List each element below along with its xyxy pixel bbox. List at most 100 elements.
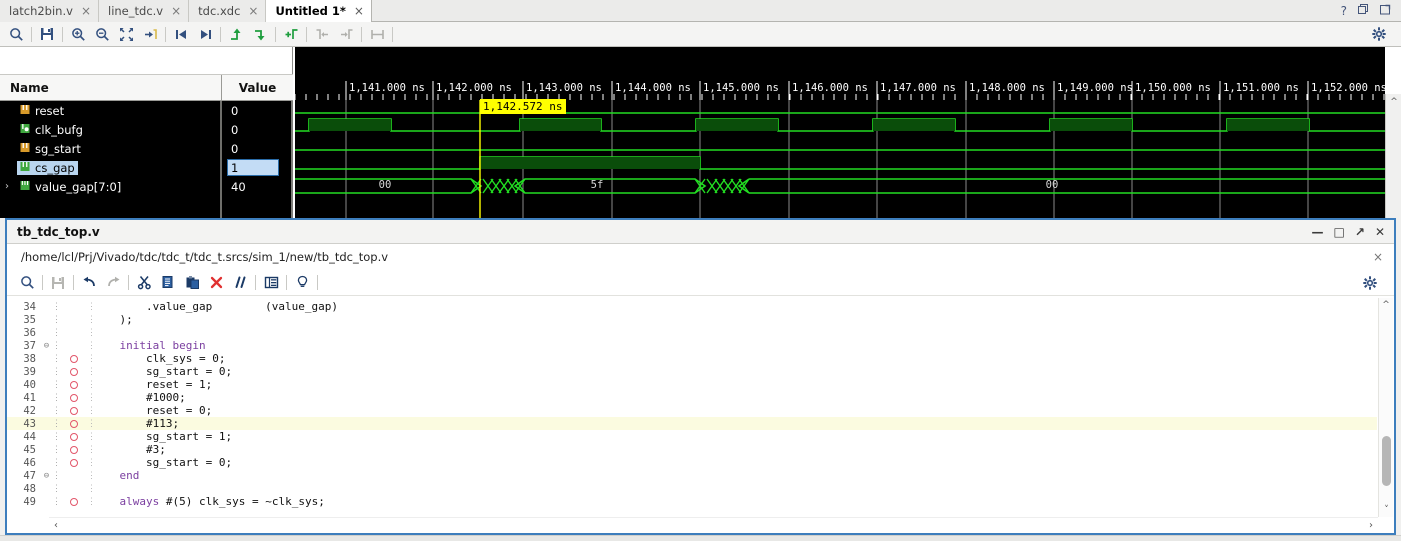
close-icon[interactable]: × <box>171 5 181 17</box>
column-header-value[interactable]: Value <box>222 75 293 100</box>
signal-value-selected[interactable]: 1 <box>222 158 291 177</box>
zoom-in-icon[interactable] <box>66 24 90 45</box>
bulb-icon[interactable] <box>290 272 314 293</box>
signal-value[interactable]: 0 <box>222 101 291 120</box>
code-line[interactable]: 44 ⋮ ⋮ sg_start = 1; <box>7 430 1377 443</box>
breakpoint-icon[interactable] <box>61 445 87 454</box>
tab-tdc-xdc[interactable]: tdc.xdc × <box>189 0 267 22</box>
editor-vertical-scrollbar[interactable]: ^ ˅ <box>1378 298 1393 517</box>
breakpoint-icon[interactable] <box>61 497 87 506</box>
close-icon[interactable]: × <box>81 5 91 17</box>
copy-icon[interactable] <box>156 272 180 293</box>
tab-line-tdc[interactable]: line_tdc.v × <box>99 0 190 22</box>
breakpoint-icon[interactable] <box>61 419 87 428</box>
help-icon[interactable]: ? <box>1341 5 1347 17</box>
zoom-fit-icon[interactable] <box>114 24 138 45</box>
code-text-area[interactable]: 34 ⋮ ⋮ .value_gap (value_gap) 35 ⋮ ⋮ ); 36 ⋮ ⋮ 37… <box>7 298 1394 533</box>
next-marker-disabled-icon[interactable] <box>334 24 358 45</box>
zoom-out-icon[interactable] <box>90 24 114 45</box>
signal-value[interactable]: 40 <box>222 177 291 196</box>
maximize-icon[interactable]: □ <box>1334 226 1345 238</box>
close-icon[interactable]: × <box>1373 250 1394 264</box>
signal-row-value-gap[interactable]: › value_gap[7:0] <box>0 177 220 196</box>
minimize-icon[interactable]: — <box>1312 226 1324 238</box>
close-icon[interactable]: × <box>354 5 364 17</box>
code-line[interactable]: 46 ⋮ ⋮ sg_start = 0; <box>7 456 1377 469</box>
float-window-icon[interactable] <box>1380 4 1391 17</box>
cut-icon[interactable] <box>132 272 156 293</box>
delete-icon[interactable] <box>204 272 228 293</box>
cursor-time-flag[interactable]: 1,142.572 ns <box>480 99 567 114</box>
code-line[interactable]: 38 ⋮ ⋮ clk_sys = 0; <box>7 352 1377 365</box>
scrollbar-thumb[interactable] <box>1382 436 1391 486</box>
scroll-up-icon[interactable]: ^ <box>1379 298 1393 312</box>
measure-disabled-icon[interactable] <box>365 24 389 45</box>
redo-icon[interactable] <box>101 272 125 293</box>
signal-row-sg-start[interactable]: sg_start <box>0 139 220 158</box>
comment-icon[interactable] <box>228 272 252 293</box>
scroll-left-icon[interactable]: ‹ <box>54 520 58 531</box>
search-icon[interactable] <box>4 24 28 45</box>
line-number: 48 <box>23 482 36 495</box>
breakpoint-icon[interactable] <box>61 458 87 467</box>
previous-transition-icon[interactable] <box>169 24 193 45</box>
signal-row-cs-gap[interactable]: cs_gap <box>0 158 220 177</box>
signal-value[interactable]: 0 <box>222 139 291 158</box>
breakpoint-icon[interactable] <box>61 354 87 363</box>
code-line[interactable]: 40 ⋮ ⋮ reset = 1; <box>7 378 1377 391</box>
scroll-right-icon[interactable]: › <box>1369 520 1373 531</box>
breakpoint-icon[interactable] <box>61 380 87 389</box>
column-header-name[interactable]: Name <box>0 75 222 100</box>
file-tab-bar: latch2bin.v × line_tdc.v × tdc.xdc × Unt… <box>0 0 1401 22</box>
tab-untitled-1[interactable]: Untitled 1* × <box>266 0 372 22</box>
prev-marker-disabled-icon[interactable] <box>310 24 334 45</box>
code-line[interactable]: 48 ⋮ ⋮ <box>7 482 1377 495</box>
gear-icon[interactable] <box>1367 24 1391 45</box>
save-icon[interactable] <box>35 24 59 45</box>
code-line[interactable]: 37 ⊖ ⋮ ⋮ initial begin <box>7 339 1377 352</box>
fold-toggle-icon[interactable]: ⊖ <box>41 471 52 481</box>
gutter-dots: ⋮ <box>52 392 61 403</box>
value-text: 0 <box>231 103 239 118</box>
float-icon[interactable]: ↗ <box>1355 226 1365 238</box>
code-line[interactable]: 49 ⋮ ⋮ always #(5) clk_sys = ~clk_sys; <box>7 495 1377 508</box>
goto-cursor-icon[interactable] <box>138 24 162 45</box>
signal-row-clk-bufg[interactable]: clk_bufg <box>0 120 220 139</box>
add-marker-down-icon[interactable] <box>248 24 272 45</box>
editor-horizontal-scrollbar[interactable]: ‹ › <box>49 517 1378 532</box>
code-line[interactable]: 39 ⋮ ⋮ sg_start = 0; <box>7 365 1377 378</box>
save-icon[interactable] <box>46 272 70 293</box>
search-icon[interactable] <box>15 272 39 293</box>
align-icon[interactable] <box>259 272 283 293</box>
breakpoint-icon[interactable] <box>61 432 87 441</box>
code-line[interactable]: 41 ⋮ ⋮ #1000; <box>7 391 1377 404</box>
code-line[interactable]: 34 ⋮ ⋮ .value_gap (value_gap) <box>7 300 1377 313</box>
restore-window-icon[interactable] <box>1358 4 1369 17</box>
scroll-down-icon[interactable]: ˅ <box>1379 503 1394 517</box>
close-icon[interactable]: ✕ <box>1375 226 1385 238</box>
close-icon[interactable]: × <box>248 5 258 17</box>
code-line[interactable]: 47 ⊖ ⋮ ⋮ end <box>7 469 1377 482</box>
undo-icon[interactable] <box>77 272 101 293</box>
signal-value[interactable]: 0 <box>222 120 291 139</box>
code-line[interactable]: 42 ⋮ ⋮ reset = 0; <box>7 404 1377 417</box>
signal-row-reset[interactable]: reset <box>0 101 220 120</box>
code-line[interactable]: 45 ⋮ ⋮ #3; <box>7 443 1377 456</box>
code-line[interactable]: 35 ⋮ ⋮ ); <box>7 313 1377 326</box>
breakpoint-icon[interactable] <box>61 393 87 402</box>
svg-text:1,149.000 ns: 1,149.000 ns <box>1057 82 1133 94</box>
breakpoint-icon[interactable] <box>61 406 87 415</box>
fold-toggle-icon[interactable]: ⊖ <box>41 341 52 351</box>
scroll-up-icon[interactable]: ^ <box>1386 94 1401 109</box>
tab-latch2bin[interactable]: latch2bin.v × <box>0 0 99 22</box>
next-transition-icon[interactable] <box>193 24 217 45</box>
breakpoint-icon[interactable] <box>61 367 87 376</box>
waveform-canvas[interactable]: 1,141.000 ns 1,142.000 ns 1,143.000 ns 1,14… <box>295 47 1385 218</box>
add-marker-icon[interactable] <box>279 24 303 45</box>
code-line[interactable]: 43 ⋮ ⋮ #113; <box>7 417 1377 430</box>
gear-icon[interactable] <box>1358 272 1382 293</box>
paste-icon[interactable] <box>180 272 204 293</box>
add-marker-up-icon[interactable] <box>224 24 248 45</box>
chevron-right-icon[interactable]: › <box>5 181 9 192</box>
code-line[interactable]: 36 ⋮ ⋮ <box>7 326 1377 339</box>
